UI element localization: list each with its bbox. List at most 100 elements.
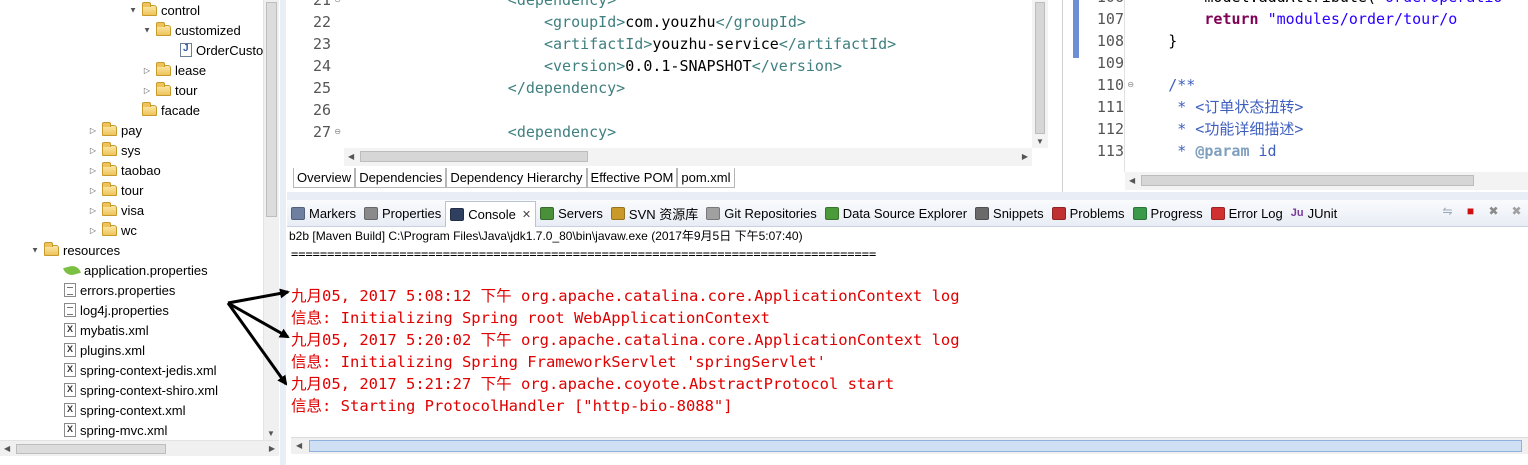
expand-toggle-icon[interactable]: ▷ [88, 126, 98, 135]
tab-effective-pom[interactable]: Effective POM [586, 168, 678, 188]
explorer-horizontal-scrollbar[interactable]: ◀ ▶ [0, 440, 279, 456]
tree-item[interactable]: ▲ control [128, 0, 200, 20]
tree-item[interactable]: ▷ tour [142, 80, 197, 100]
scrollbar-thumb[interactable] [266, 2, 277, 217]
scrollbar-thumb[interactable] [360, 151, 588, 162]
tab-svn[interactable]: SVN 资源库 [607, 201, 702, 225]
tree-item[interactable]: spring-context-jedis.xml [50, 360, 217, 380]
code-line: /** [1168, 74, 1195, 96]
pin-console-icon[interactable]: ⇋ [1440, 204, 1455, 219]
scroll-left-arrow-icon[interactable]: ◀ [296, 441, 302, 450]
folder-icon [142, 101, 157, 116]
fold-toggle-icon[interactable]: ⊖ [334, 0, 341, 4]
tab-console[interactable]: Console ✕ [445, 201, 537, 227]
tree-item[interactable]: ▷ sys [88, 140, 141, 160]
code-line: <artifactId>youzhu-service</artifactId> [544, 33, 896, 55]
console-line: 九月05, 2017 5:20:02 下午 org.apache.catalin… [291, 331, 960, 349]
tree-item-label: visa [121, 202, 145, 218]
tree-item[interactable]: ▷ lease [142, 60, 206, 80]
tree-item[interactable]: log4j.properties [50, 300, 169, 320]
fold-toggle-icon[interactable]: ⊖ [1127, 80, 1134, 89]
properties-file-icon [64, 283, 76, 297]
explorer-vertical-scrollbar[interactable]: ▼ [263, 0, 279, 440]
tree-item[interactable]: ▷ pay [88, 120, 142, 140]
pom-horizontal-scrollbar[interactable]: ◀ ▶ [344, 148, 1032, 166]
line-number: 109 [1096, 54, 1124, 72]
expand-toggle-icon[interactable]: ▲ [142, 26, 152, 35]
expand-toggle-icon[interactable]: ▷ [88, 166, 98, 175]
tree-item[interactable]: ▷ visa [88, 200, 144, 220]
pom-vertical-scrollbar[interactable]: ▼ [1032, 0, 1048, 148]
tree-item-label: spring-context.xml [80, 402, 186, 418]
tab-servers[interactable]: Servers [536, 201, 607, 225]
console-line: 九月05, 2017 5:08:12 下午 org.apache.catalin… [291, 287, 960, 305]
code-line: * <订单状态扭转> [1177, 96, 1303, 118]
spring-leaf-icon [63, 263, 81, 277]
line-number: 110 [1096, 76, 1124, 94]
remove-launch-icon[interactable]: ✖ [1486, 204, 1501, 219]
scrollbar-thumb[interactable] [309, 440, 1522, 452]
expand-toggle-icon[interactable]: ▷ [88, 186, 98, 195]
tree-item[interactable]: spring-mvc.xml [50, 420, 167, 440]
terminate-icon[interactable]: ■ [1463, 204, 1478, 219]
tab-problems[interactable]: Problems [1048, 201, 1129, 225]
tab-data-source-explorer[interactable]: Data Source Explorer [821, 201, 971, 225]
tree-item[interactable]: ▲ resources [30, 240, 120, 260]
tree-item[interactable]: OrderCusto [166, 40, 263, 60]
tab-progress[interactable]: Progress [1129, 201, 1207, 225]
tab-git-repositories[interactable]: Git Repositories [702, 201, 820, 225]
tab-snippets[interactable]: Snippets [971, 201, 1048, 225]
expand-toggle-icon[interactable]: ▷ [88, 146, 98, 155]
tab-junit[interactable]: Ju JUnit [1287, 201, 1341, 225]
folder-icon [102, 181, 117, 196]
scroll-left-arrow-icon[interactable]: ◀ [4, 444, 10, 453]
scroll-left-arrow-icon[interactable]: ◀ [348, 152, 354, 161]
tree-item[interactable]: ▷ tour [88, 180, 143, 200]
tab-dependency-hierarchy[interactable]: Dependency Hierarchy [446, 168, 587, 188]
folder-icon [102, 221, 117, 236]
java-horizontal-scrollbar[interactable]: ◀ [1125, 172, 1528, 190]
tree-item[interactable]: ▷ wc [88, 220, 137, 240]
scroll-left-arrow-icon[interactable]: ◀ [1129, 176, 1135, 185]
xml-file-icon [64, 423, 76, 437]
code-token: * [1177, 142, 1196, 160]
line-number: 26 [312, 101, 331, 119]
scroll-down-arrow-icon[interactable]: ▼ [1036, 137, 1044, 146]
close-icon[interactable]: ✕ [522, 208, 531, 221]
scrollbar-thumb[interactable] [1141, 175, 1474, 186]
fold-toggle-icon[interactable]: ⊖ [334, 127, 341, 136]
expand-toggle-icon[interactable]: ▲ [30, 246, 40, 255]
expand-toggle-icon[interactable]: ▷ [88, 226, 98, 235]
tab-markers[interactable]: Markers [287, 201, 360, 225]
line-number: 21 [312, 0, 331, 9]
expand-toggle-icon[interactable]: ▲ [128, 6, 138, 15]
remove-all-launches-icon[interactable]: ✖ [1509, 204, 1524, 219]
expand-toggle-icon[interactable]: ▷ [142, 86, 152, 95]
scrollbar-thumb[interactable] [16, 444, 166, 454]
tree-item[interactable]: errors.properties [50, 280, 175, 300]
pom-editor-tabs: Overview Dependencies Dependency Hierarchy… [293, 168, 735, 188]
tab-error-log[interactable]: Error Log [1207, 201, 1287, 225]
scrollbar-thumb[interactable] [1035, 2, 1045, 134]
tab-pom-xml[interactable]: pom.xml [677, 168, 735, 188]
tree-item[interactable]: ▲ customized [142, 20, 241, 40]
scroll-down-arrow-icon[interactable]: ▼ [267, 429, 275, 438]
expand-toggle-icon[interactable]: ▷ [142, 66, 152, 75]
expand-toggle-icon[interactable]: ▷ [88, 206, 98, 215]
tree-item[interactable]: spring-context-shiro.xml [50, 380, 218, 400]
scroll-right-arrow-icon[interactable]: ▶ [1022, 152, 1028, 161]
tab-overview[interactable]: Overview [293, 168, 356, 188]
scroll-right-arrow-icon[interactable]: ▶ [269, 444, 275, 453]
sash-divider[interactable] [280, 0, 286, 465]
tab-dependencies[interactable]: Dependencies [355, 168, 447, 188]
tab-properties[interactable]: Properties [360, 201, 445, 225]
tree-item[interactable]: plugins.xml [50, 340, 145, 360]
tree-item[interactable]: mybatis.xml [50, 320, 149, 340]
tree-item[interactable]: ▷ taobao [88, 160, 161, 180]
tree-item[interactable]: facade [128, 100, 200, 120]
tree-item[interactable]: application.properties [50, 260, 208, 280]
console-horizontal-scrollbar[interactable]: ◀ [291, 437, 1528, 454]
sash-divider[interactable] [287, 192, 1528, 200]
tree-item[interactable]: spring-context.xml [50, 400, 185, 420]
tab-label: Git Repositories [724, 205, 817, 221]
